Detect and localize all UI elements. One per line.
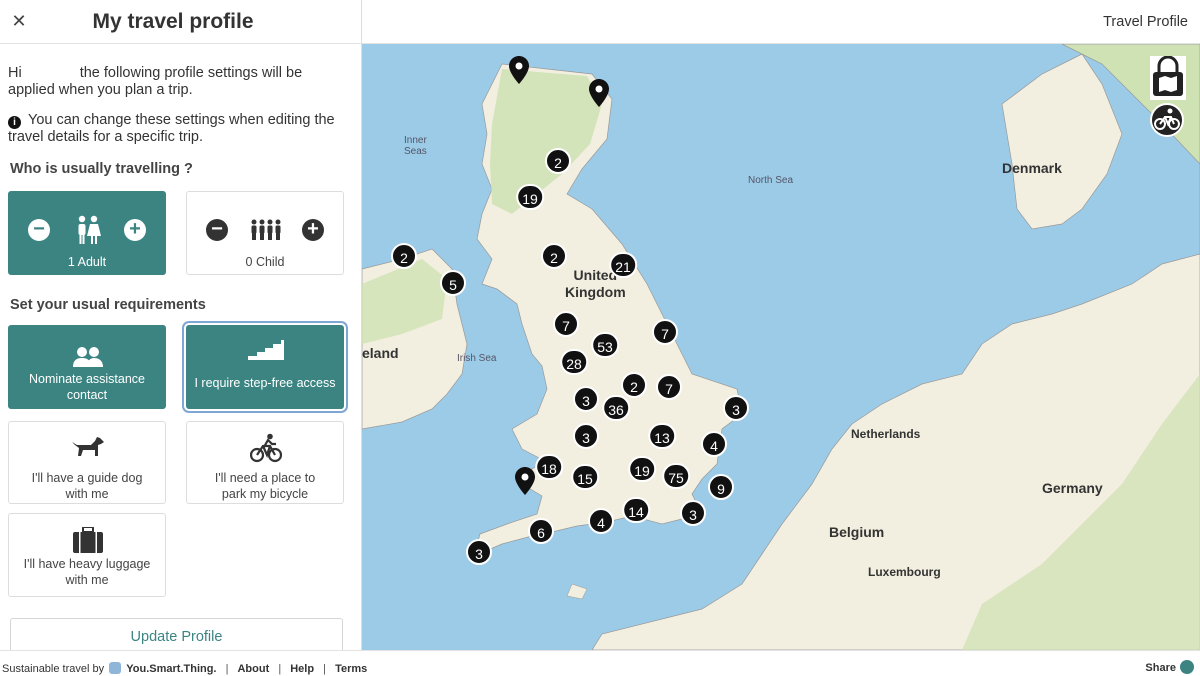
requirements-section-title: Set your usual requirements [10,297,206,313]
cluster-marker[interactable]: 3 [680,500,706,526]
dog-icon [72,437,104,456]
bicycle-parking-card[interactable]: I'll need a place to park my bicycle [186,421,344,504]
contact-icon [73,347,103,367]
bicycle-parking-label: I'll need a place to park my bicycle [214,471,316,501]
brand-name[interactable]: You.Smart.Thing. [126,663,216,675]
cluster-marker[interactable]: 75 [662,463,690,489]
location-pin-icon[interactable] [515,467,535,495]
cluster-marker[interactable]: 15 [571,464,599,490]
share-button[interactable]: Share [1145,660,1194,674]
assistance-contact-label: Nominate assistance contact [28,372,146,402]
cluster-marker[interactable]: 13 [648,423,676,449]
brand-logo-icon [109,662,122,674]
luxembourg-label: Luxembourg [868,565,941,579]
adults-icon [78,215,101,244]
footer: Sustainable travel by You.Smart.Thing. |… [0,650,1200,676]
cluster-marker[interactable]: 4 [588,508,614,534]
cluster-marker[interactable]: 7 [656,374,682,400]
ireland-label: eland [362,345,399,361]
cluster-marker[interactable]: 3 [466,539,492,565]
belgium-label: Belgium [829,524,885,540]
bicycle-map-icon[interactable] [1150,103,1184,137]
cluster-marker[interactable]: 18 [535,454,563,480]
intro-text: Hi the following profile settings will be… [8,65,348,99]
plus-adult-button[interactable]: + [124,219,146,241]
terms-link[interactable]: Terms [335,663,367,675]
luggage-icon [73,527,103,553]
greeting-hi: Hi [8,65,22,81]
step-free-label: I require step-free access [194,376,336,390]
info-icon: i [8,116,21,129]
info-text: You can change these settings when editi… [8,112,335,145]
children-card: − + 0 Child [186,191,344,275]
adults-count-label: 1 Adult [67,255,107,269]
stairs-icon [248,340,284,360]
cluster-marker[interactable]: 2 [541,243,567,269]
bicycle-icon [250,433,282,463]
cluster-marker[interactable]: 3 [573,386,599,412]
lock-map-icon[interactable] [1150,56,1186,100]
irish-sea-label: Irish Sea [457,353,497,364]
cluster-marker[interactable]: 53 [591,332,619,358]
cluster-marker[interactable]: 19 [628,456,656,482]
panel-header: ✕ My travel profile [0,0,361,44]
minus-adult-button[interactable]: − [28,219,50,241]
inner-seas-label: Inner Seas [404,135,427,157]
guide-dog-card[interactable]: I'll have a guide dog with me [8,421,166,504]
cluster-marker[interactable]: 4 [701,431,727,457]
travel-profile-panel: ✕ My travel profile Hi the following prof… [0,0,362,654]
share-label: Share [1145,662,1176,674]
germany-label: Germany [1042,480,1103,496]
map[interactable]: Inner Seas North Sea Denmark United King… [362,44,1200,650]
cluster-marker[interactable]: 7 [652,319,678,345]
map-topbar: Travel Profile [362,0,1200,44]
cluster-marker[interactable]: 2 [391,243,417,269]
lock-map-glyph [1153,56,1183,96]
cluster-marker[interactable]: 5 [440,270,466,296]
who-section-title: Who is usually travelling ? [10,161,193,177]
help-link[interactable]: Help [290,663,314,675]
children-icon [251,219,281,240]
cluster-marker[interactable]: 14 [622,497,650,523]
cluster-marker[interactable]: 2 [545,148,571,174]
bicycle-map-glyph [1154,108,1180,130]
cluster-marker[interactable]: 21 [609,252,637,278]
info-note: i You can change these settings when edit… [8,112,348,146]
step-free-card[interactable]: I require step-free access [186,325,344,409]
north-sea-label: North Sea [748,175,794,186]
cluster-marker[interactable]: 3 [723,395,749,421]
footer-prefix: Sustainable travel by [2,663,105,675]
cluster-marker[interactable]: 36 [602,395,630,421]
cluster-marker[interactable]: 28 [560,349,588,375]
share-icon [1180,660,1194,674]
heavy-luggage-card[interactable]: I'll have heavy luggage with me [8,513,166,597]
greeting-rest: the following profile settings will be a… [8,65,303,98]
footer-left: Sustainable travel by You.Smart.Thing. |… [2,662,368,675]
assistance-contact-card[interactable]: Nominate assistance contact [8,325,166,409]
cluster-marker[interactable]: 19 [516,184,544,210]
travel-profile-title: Travel Profile [1103,14,1188,30]
location-pin-icon[interactable] [589,79,609,107]
about-link[interactable]: About [237,663,269,675]
children-count-label: 0 Child [245,255,285,269]
location-pin-icon[interactable] [509,56,529,84]
cluster-marker[interactable]: 3 [573,423,599,449]
netherlands-label: Netherlands [851,427,921,441]
heavy-luggage-label: I'll have heavy luggage with me [23,557,151,587]
adults-card: − + 1 Adult [8,191,166,275]
minus-child-button[interactable]: − [206,219,228,241]
update-profile-button[interactable]: Update Profile [10,618,343,654]
cluster-marker[interactable]: 6 [528,518,554,544]
cluster-marker[interactable]: 9 [708,474,734,500]
cluster-marker[interactable]: 7 [553,311,579,337]
cluster-marker[interactable]: 2 [621,372,647,398]
denmark-label: Denmark [1002,160,1062,176]
plus-child-button[interactable]: + [302,219,324,241]
guide-dog-label: I'll have a guide dog with me [31,471,143,501]
panel-title: My travel profile [92,10,254,33]
